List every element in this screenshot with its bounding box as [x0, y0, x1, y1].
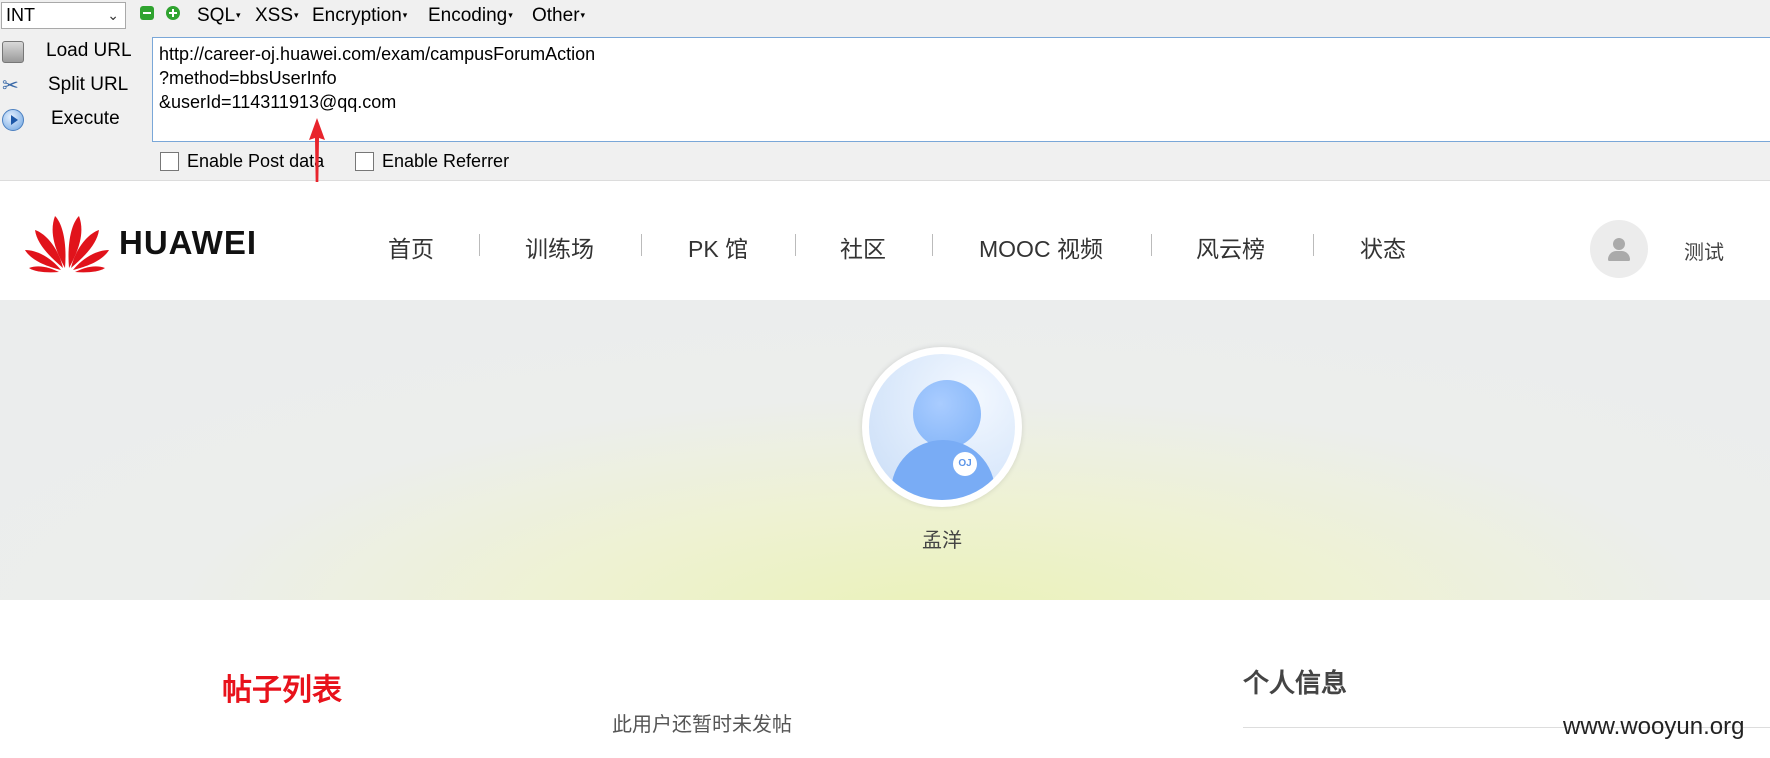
site-header: HUAWEI 首页 训练场 PK 馆 社区 MOOC 视频 风云榜 状态 测试	[0, 182, 1770, 300]
url-textarea[interactable]: http://career-oj.huawei.com/exam/campusF…	[152, 37, 1770, 142]
profile-avatar-image: OJ	[869, 354, 1015, 500]
split-url-label: Split URL	[48, 74, 129, 95]
type-select[interactable]: INT ⌄	[1, 2, 126, 29]
empty-posts-message: 此用户还暂时未发帖	[612, 714, 792, 736]
plus-icon[interactable]	[166, 6, 180, 20]
menu-sql-label: SQL	[197, 5, 236, 26]
watermark-text: www.wooyun.org	[1563, 713, 1745, 740]
username-link[interactable]: 测试	[1684, 236, 1724, 265]
nav-divider	[479, 234, 480, 256]
menu-other-label: Other	[532, 5, 580, 26]
url-line: http://career-oj.huawei.com/exam/campusF…	[159, 44, 596, 64]
enable-post-data-label: Enable Post data	[187, 150, 325, 171]
enable-referrer-checkbox[interactable]: Enable Referrer	[355, 150, 509, 174]
nav-status[interactable]: 状态	[1360, 230, 1406, 264]
dropdown-arrow-icon: ▾	[236, 10, 241, 21]
load-url-icon	[2, 41, 24, 63]
nav-leaderboard[interactable]: 风云榜	[1196, 230, 1265, 264]
profile-avatar: OJ	[862, 347, 1022, 507]
load-url-label: Load URL	[46, 40, 132, 61]
hackbar-toolbar: INT ⌄ SQL▾ XSS▾ Encryption▾ Encoding▾ Ot…	[0, 0, 1770, 181]
oj-badge-icon: OJ	[953, 452, 977, 476]
huawei-logo[interactable]: HUAWEI	[25, 210, 285, 274]
play-icon	[2, 109, 24, 131]
split-url-button[interactable]: ✂ Split URL	[0, 71, 150, 101]
scissors-icon: ✂	[2, 75, 19, 97]
nav-training[interactable]: 训练场	[525, 230, 594, 264]
checkbox-box[interactable]	[160, 151, 179, 171]
nav-divider	[641, 234, 642, 256]
menu-encryption-label: Encryption	[312, 5, 402, 26]
menu-encryption[interactable]: Encryption▾	[312, 5, 407, 27]
user-avatar-head	[1613, 238, 1625, 250]
nav-community[interactable]: 社区	[840, 230, 886, 264]
dropdown-arrow-icon: ▾	[402, 10, 408, 21]
profile-banner: OJ 孟洋	[0, 300, 1770, 600]
menu-other[interactable]: Other▾	[532, 5, 585, 27]
huawei-wordmark: HUAWEI	[119, 224, 257, 261]
dropdown-arrow-icon: ▾	[580, 10, 586, 21]
enable-post-data-checkbox[interactable]: Enable Post data	[160, 150, 324, 174]
hackbar-menu-bar: INT ⌄ SQL▾ XSS▾ Encryption▾ Encoding▾ Ot…	[0, 0, 1770, 32]
personal-info-title: 个人信息	[1243, 668, 1348, 698]
chevron-down-icon: ⌄	[107, 7, 119, 23]
nav-divider	[932, 234, 933, 256]
avatar-body-shape	[891, 440, 995, 500]
menu-sql[interactable]: SQL▾	[197, 5, 241, 27]
minus-icon[interactable]	[140, 6, 154, 20]
menu-xss-label: XSS	[255, 5, 294, 26]
execute-button[interactable]: Execute	[0, 105, 150, 135]
nav-divider	[1151, 234, 1152, 256]
huawei-flower-icon	[25, 216, 109, 273]
type-select-value: INT	[6, 5, 35, 25]
checkbox-box[interactable]	[355, 151, 374, 171]
load-url-button[interactable]: Load URL	[0, 37, 150, 67]
url-line: ?method=bbsUserInfo	[159, 68, 337, 88]
url-line: &userId=114311913@qq.com	[159, 92, 397, 112]
profile-name: 孟洋	[922, 530, 962, 552]
posts-list-title: 帖子列表	[222, 674, 342, 707]
dropdown-arrow-icon: ▾	[508, 10, 513, 21]
nav-home[interactable]: 首页	[388, 230, 434, 264]
nav-divider	[795, 234, 796, 256]
nav-divider	[1313, 234, 1314, 256]
menu-encoding-label: Encoding	[428, 5, 508, 26]
nav-pk-hall[interactable]: PK 馆	[688, 230, 748, 264]
enable-referrer-label: Enable Referrer	[382, 150, 510, 171]
nav-mooc[interactable]: MOOC 视频	[979, 230, 1103, 264]
menu-xss[interactable]: XSS▾	[255, 5, 299, 27]
user-avatar[interactable]	[1590, 220, 1648, 278]
dropdown-arrow-icon: ▾	[294, 10, 299, 21]
user-avatar-body	[1608, 251, 1630, 261]
execute-label: Execute	[51, 108, 120, 129]
avatar-head-shape	[913, 380, 981, 448]
menu-encoding[interactable]: Encoding▾	[428, 5, 513, 27]
